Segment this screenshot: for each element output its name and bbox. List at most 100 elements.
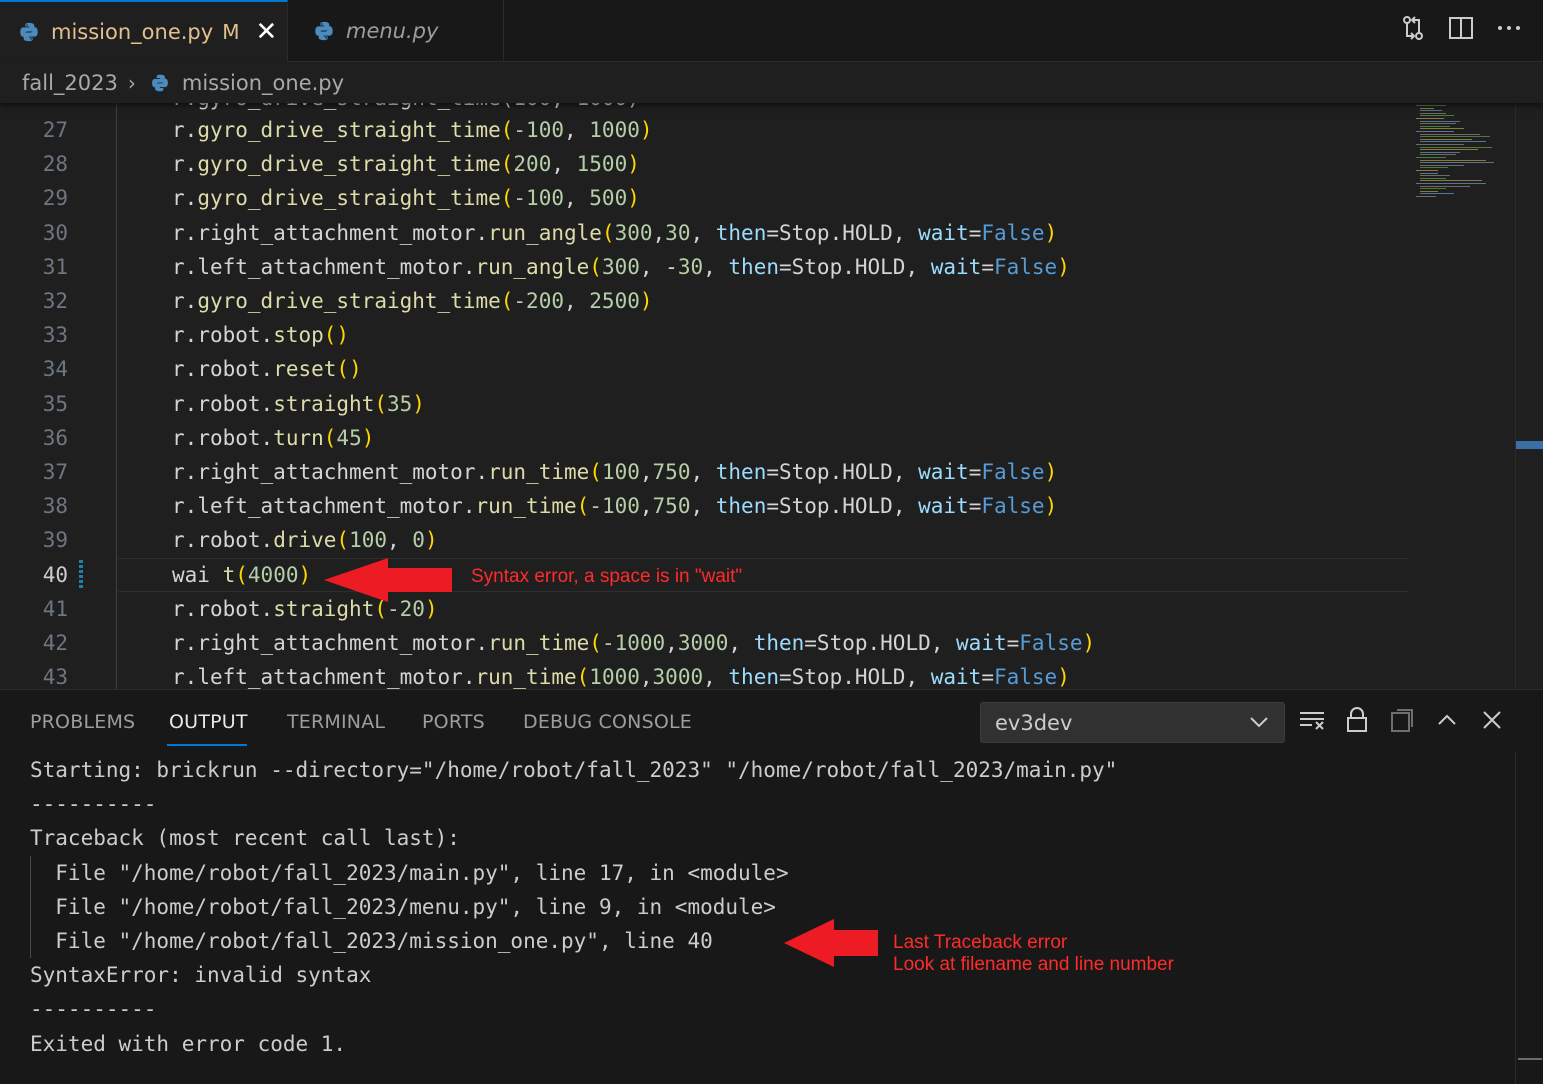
chevron-up-icon[interactable] bbox=[1433, 706, 1461, 734]
minimap-line bbox=[1420, 138, 1472, 140]
line-number: 42 bbox=[42, 631, 68, 655]
tab-label: mission_one.py bbox=[51, 20, 214, 44]
editor-scrollbar[interactable] bbox=[1515, 103, 1543, 689]
code-line[interactable]: 33 r.robot.stop() bbox=[0, 318, 1410, 352]
minimap-line bbox=[1420, 164, 1464, 166]
traceback-annotation-hint: Look at filename and line number bbox=[893, 954, 1174, 975]
tab-terminal[interactable]: TERMINAL bbox=[287, 711, 385, 733]
open-output-editor-icon[interactable] bbox=[1388, 706, 1416, 734]
code-text: r.left_attachment_motor.run_angle(300, -… bbox=[172, 254, 1070, 279]
chevron-down-icon bbox=[1250, 717, 1268, 728]
minimap-line bbox=[1420, 154, 1456, 156]
code-line[interactable]: 39 r.robot.drive(100, 0) bbox=[0, 523, 1410, 557]
minimap-line bbox=[1420, 107, 1434, 109]
minimap-line bbox=[1420, 128, 1464, 130]
minimap-line bbox=[1420, 125, 1450, 127]
minimap-line bbox=[1420, 193, 1454, 195]
minimap[interactable] bbox=[1410, 103, 1515, 689]
code-editor[interactable]: r.gyro_drive_straight_time(100, 1000) 27… bbox=[0, 103, 1543, 689]
tab-menu[interactable]: menu.py bbox=[289, 0, 504, 62]
code-line[interactable]: 31 r.left_attachment_motor.run_angle(300,… bbox=[0, 250, 1410, 284]
close-panel-icon[interactable] bbox=[1478, 706, 1506, 734]
minimap-line bbox=[1416, 170, 1438, 171]
code-text: r.right_attachment_motor.run_time(-1000,… bbox=[172, 631, 1096, 655]
compare-changes-icon[interactable] bbox=[1399, 14, 1427, 42]
line-number: 39 bbox=[42, 528, 68, 553]
line-number: 31 bbox=[42, 254, 68, 279]
minimap-line bbox=[1420, 133, 1480, 135]
minimap-line bbox=[1420, 123, 1456, 125]
tab-ports[interactable]: PORTS bbox=[422, 711, 485, 733]
minimap-line bbox=[1420, 110, 1442, 112]
more-actions-icon[interactable] bbox=[1495, 14, 1523, 42]
line-number: 43 bbox=[42, 665, 68, 689]
line-number: 38 bbox=[42, 494, 68, 519]
breadcrumb-folder[interactable]: fall_2023 bbox=[22, 71, 118, 95]
close-icon[interactable]: ✕ bbox=[255, 19, 277, 45]
code-text: r.robot.stop() bbox=[172, 323, 350, 348]
code-line[interactable]: 41 r.robot.straight(-20) bbox=[0, 592, 1410, 626]
output-line: SyntaxError: invalid syntax bbox=[30, 963, 372, 988]
code-line[interactable]: 43 r.left_attachment_motor.run_time(1000,… bbox=[0, 660, 1410, 689]
output-line: ---------- bbox=[30, 997, 157, 1022]
lock-scroll-icon[interactable] bbox=[1343, 706, 1371, 734]
code-line[interactable]: 27 r.gyro_drive_straight_time(-100, 1000) bbox=[0, 113, 1410, 147]
code-line[interactable]: 37 r.right_attachment_motor.run_time(100,… bbox=[0, 455, 1410, 489]
split-editor-icon[interactable] bbox=[1447, 14, 1475, 42]
code-text: r.right_attachment_motor.run_time(100,75… bbox=[172, 460, 1058, 484]
clear-output-icon[interactable] bbox=[1298, 706, 1326, 734]
breadcrumb: fall_2023 › mission_one.py bbox=[0, 63, 1543, 103]
minimap-line bbox=[1416, 118, 1444, 119]
line-number: 40 bbox=[42, 562, 68, 587]
tab-debug-console[interactable]: DEBUG CONSOLE bbox=[523, 711, 692, 733]
code-line[interactable]: 42 r.right_attachment_motor.run_time(-100… bbox=[0, 626, 1410, 660]
minimap-line bbox=[1420, 136, 1490, 138]
minimap-line bbox=[1420, 190, 1438, 192]
code-line[interactable]: 28 r.gyro_drive_straight_time(200, 1500) bbox=[0, 147, 1410, 181]
tab-mission-one[interactable]: mission_one.py M ✕ bbox=[0, 0, 288, 62]
tab-label: menu.py bbox=[346, 19, 439, 43]
scroll-position-marker bbox=[1516, 441, 1543, 449]
line-number: 29 bbox=[42, 186, 68, 211]
output-line: File "/home/robot/fall_2023/mission_one.… bbox=[30, 929, 713, 953]
tab-output[interactable]: OUTPUT bbox=[169, 711, 248, 733]
minimap-line bbox=[1416, 183, 1486, 184]
output-channel-select[interactable]: ev3dev bbox=[980, 702, 1285, 743]
minimap-line bbox=[1420, 115, 1454, 117]
code-line[interactable]: 32 r.gyro_drive_straight_time(-200, 2500) bbox=[0, 284, 1410, 318]
output-channel-value: ev3dev bbox=[995, 710, 1073, 735]
code-text: r.gyro_drive_straight_time(-100, 500) bbox=[172, 186, 640, 211]
line-number: 30 bbox=[42, 220, 68, 245]
code-text: r.robot.reset() bbox=[172, 357, 362, 382]
minimap-line bbox=[1420, 188, 1446, 190]
tab-problems[interactable]: PROBLEMS bbox=[30, 711, 135, 733]
line-number: 36 bbox=[42, 425, 68, 450]
code-line[interactable]: 29 r.gyro_drive_straight_time(-100, 500) bbox=[0, 181, 1410, 215]
output-line: Starting: brickrun --directory="/home/ro… bbox=[30, 758, 1118, 782]
line-number: 35 bbox=[42, 391, 68, 416]
output-scrollbar[interactable] bbox=[1515, 752, 1543, 1084]
minimap-line bbox=[1416, 105, 1446, 106]
minimap-line bbox=[1416, 131, 1454, 132]
panel-actions bbox=[1298, 706, 1506, 734]
minimap-line bbox=[1420, 146, 1492, 148]
code-text: wai t(4000) bbox=[172, 562, 312, 587]
breadcrumb-file[interactable]: mission_one.py bbox=[182, 71, 344, 95]
minimap-line bbox=[1420, 180, 1482, 182]
code-line[interactable]: 30 r.right_attachment_motor.run_angle(300… bbox=[0, 216, 1410, 250]
line-number: 41 bbox=[42, 596, 68, 621]
code-line[interactable]: 36 r.robot.turn(45) bbox=[0, 421, 1410, 455]
minimap-line bbox=[1420, 149, 1478, 151]
code-line[interactable]: 38 r.left_attachment_motor.run_time(-100,… bbox=[0, 489, 1410, 523]
minimap-line bbox=[1420, 141, 1486, 143]
output-line: Traceback (most recent call last): bbox=[30, 826, 460, 851]
code-line[interactable]: 35 r.robot.straight(35) bbox=[0, 387, 1410, 421]
output-line: File "/home/robot/fall_2023/menu.py", li… bbox=[30, 894, 776, 919]
python-file-icon bbox=[315, 21, 333, 41]
code-text: r.gyro_drive_straight_time(-200, 2500) bbox=[172, 289, 653, 313]
code-line[interactable]: 34 r.robot.reset() bbox=[0, 352, 1410, 386]
minimap-line bbox=[1420, 172, 1438, 174]
modified-badge: M bbox=[222, 20, 240, 44]
minimap-line bbox=[1416, 144, 1464, 145]
minimap-line bbox=[1420, 112, 1446, 114]
